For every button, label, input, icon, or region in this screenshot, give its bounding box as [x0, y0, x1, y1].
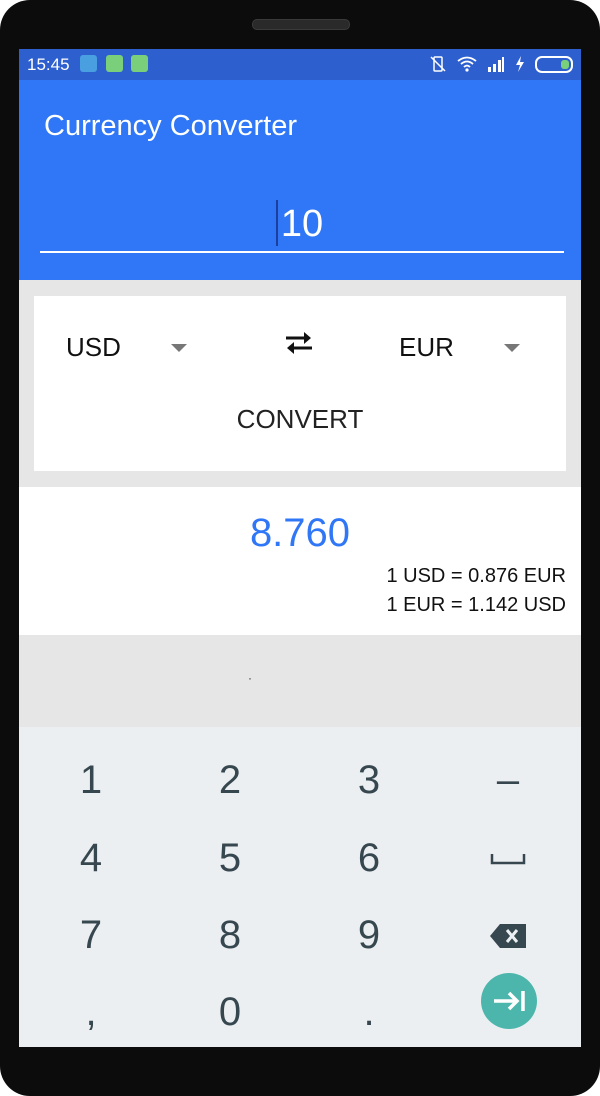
backspace-icon — [490, 924, 526, 949]
key-7[interactable]: 7 — [21, 895, 161, 973]
space-icon — [490, 854, 526, 865]
from-dropdown-arrow-icon[interactable] — [171, 344, 187, 352]
status-time: 15:45 — [27, 55, 70, 74]
sim-icon — [106, 55, 123, 72]
charging-icon — [516, 56, 524, 72]
phone-frame: 15:45 Currency Converter USD — [0, 0, 600, 1096]
amount-input[interactable] — [40, 197, 564, 253]
screen: 15:45 Currency Converter USD — [19, 49, 581, 1047]
next-key[interactable] — [481, 973, 537, 1029]
key-9[interactable]: 9 — [299, 895, 439, 973]
swap-icon[interactable] — [282, 328, 316, 358]
android-icon — [131, 55, 148, 72]
next-arrow-icon — [494, 991, 525, 1011]
text-cursor — [276, 200, 278, 246]
to-dropdown-arrow-icon[interactable] — [504, 344, 520, 352]
spacer-area: · — [19, 635, 581, 727]
small-dot: · — [248, 671, 252, 685]
app-bar: Currency Converter — [19, 80, 581, 168]
converter-card: USD EUR CONVERT — [34, 296, 566, 471]
key-4[interactable]: 4 — [21, 818, 161, 896]
space-key[interactable] — [438, 818, 578, 896]
status-right-icons — [429, 55, 573, 73]
key-6[interactable]: 6 — [299, 818, 439, 896]
key-period[interactable]: . — [299, 972, 439, 1047]
status-bar: 15:45 — [19, 49, 581, 80]
key-2[interactable]: 2 — [160, 740, 300, 818]
rate-reverse: 1 EUR = 1.142 USD — [386, 594, 566, 616]
numeric-keyboard: 1 2 3 – 4 5 6 7 8 9 , 0 . — [19, 727, 581, 1047]
rate-forward: 1 USD = 0.876 EUR — [386, 565, 566, 587]
to-currency-select[interactable]: EUR — [399, 332, 454, 363]
vibrate-off-icon — [430, 56, 446, 72]
wifi-icon — [457, 56, 477, 72]
key-8[interactable]: 8 — [160, 895, 300, 973]
result-panel: 8.760 1 USD = 0.876 EUR 1 EUR = 1.142 US… — [19, 487, 581, 635]
usb-icon — [80, 55, 97, 72]
from-currency-select[interactable]: USD — [66, 332, 121, 363]
key-minus[interactable]: – — [438, 740, 578, 818]
speaker-grille — [252, 19, 350, 30]
result-value: 8.760 — [249, 511, 351, 555]
key-comma[interactable]: , — [21, 972, 161, 1047]
key-5[interactable]: 5 — [160, 818, 300, 896]
key-3[interactable]: 3 — [299, 740, 439, 818]
app-title: Currency Converter — [44, 110, 298, 142]
battery-icon — [535, 55, 573, 73]
convert-button[interactable]: CONVERT — [174, 398, 426, 440]
key-0[interactable]: 0 — [160, 972, 300, 1047]
amount-area — [19, 168, 581, 280]
backspace-key[interactable] — [438, 895, 578, 973]
key-1[interactable]: 1 — [21, 740, 161, 818]
signal-icon — [488, 57, 504, 72]
